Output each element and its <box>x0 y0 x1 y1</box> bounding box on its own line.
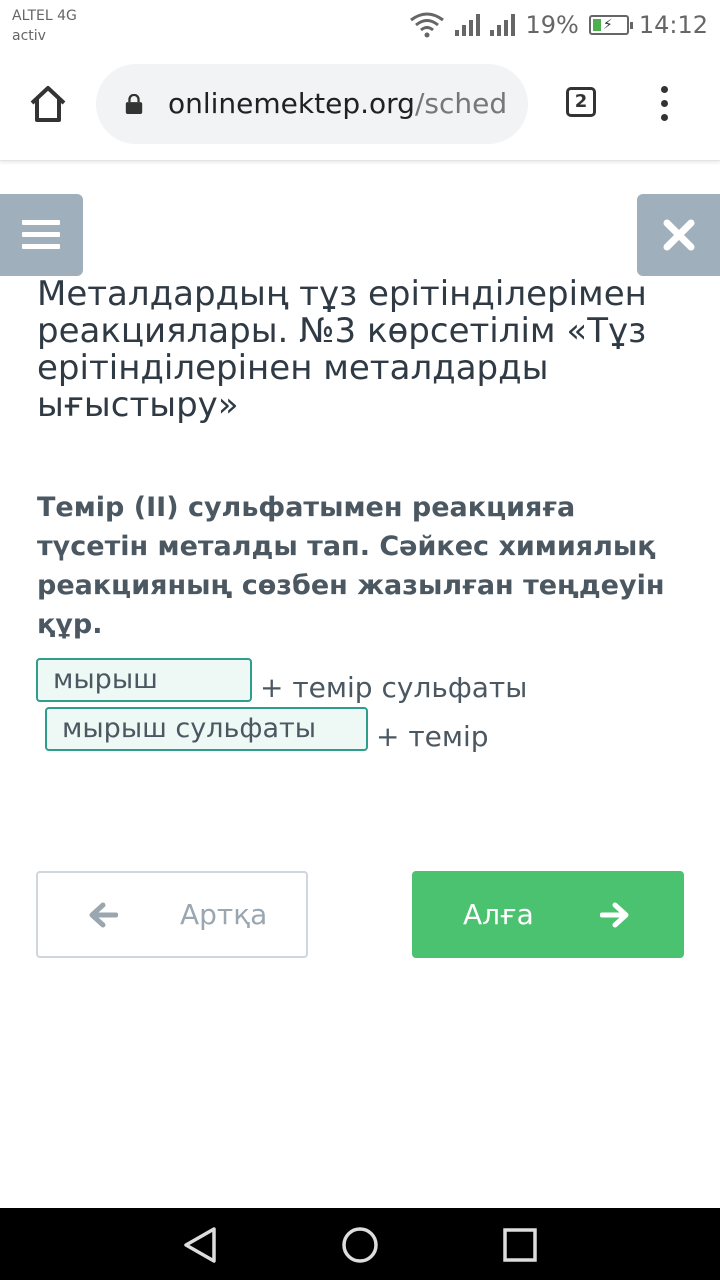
answer-input-1[interactable]: мырыш <box>36 658 252 702</box>
url-path: /sched <box>414 87 508 120</box>
signal-icon <box>455 14 481 36</box>
signal-icon-2 <box>490 14 516 36</box>
home-circle-icon[interactable] <box>341 1226 379 1264</box>
hamburger-icon[interactable] <box>0 194 83 276</box>
tabs-icon[interactable]: 2 <box>566 87 596 117</box>
lock-icon <box>125 94 143 114</box>
more-vert-icon[interactable] <box>656 86 672 126</box>
next-button[interactable]: Алға <box>412 871 684 958</box>
recents-square-icon[interactable] <box>502 1226 538 1264</box>
tab-count: 2 <box>574 91 588 112</box>
carrier-status: activ <box>12 28 46 44</box>
back-triangle-icon[interactable] <box>182 1226 218 1264</box>
arrow-left-icon <box>89 902 118 928</box>
clock: 14:12 <box>638 11 708 39</box>
equation-text-2: + темір <box>376 720 489 753</box>
question-text: Темір (II) сульфатымен реакцияға түсетін… <box>37 492 665 640</box>
lesson-title: Металдардың тұз ерітінділерімен реакциял… <box>37 274 647 425</box>
answer-input-2[interactable]: мырыш сульфаты <box>45 707 368 751</box>
arrow-right-icon <box>600 902 629 928</box>
url-host: onlinemektep.org <box>168 87 415 120</box>
browser-toolbar: onlinemektep.org/sched 2 <box>0 52 720 161</box>
back-button-label: Артқа <box>180 898 268 931</box>
back-button[interactable]: Артқа <box>36 871 308 958</box>
home-icon[interactable] <box>28 84 68 124</box>
close-icon[interactable] <box>637 194 720 276</box>
battery-percent: 19% <box>525 11 579 39</box>
status-bar: ALTEL 4G activ 19% ⚡ 14:12 <box>0 0 720 52</box>
next-button-label: Алға <box>463 898 534 931</box>
battery-icon: ⚡ <box>588 15 633 35</box>
carrier-name: ALTEL 4G <box>12 8 77 24</box>
url-text: onlinemektep.org/sched <box>168 64 510 144</box>
carrier-label: ALTEL 4G activ <box>12 6 77 46</box>
wifi-icon <box>410 12 445 38</box>
address-bar[interactable]: onlinemektep.org/sched <box>96 64 528 144</box>
system-nav-bar <box>0 1208 720 1280</box>
equation-text-1: + темір сульфаты <box>260 671 528 704</box>
